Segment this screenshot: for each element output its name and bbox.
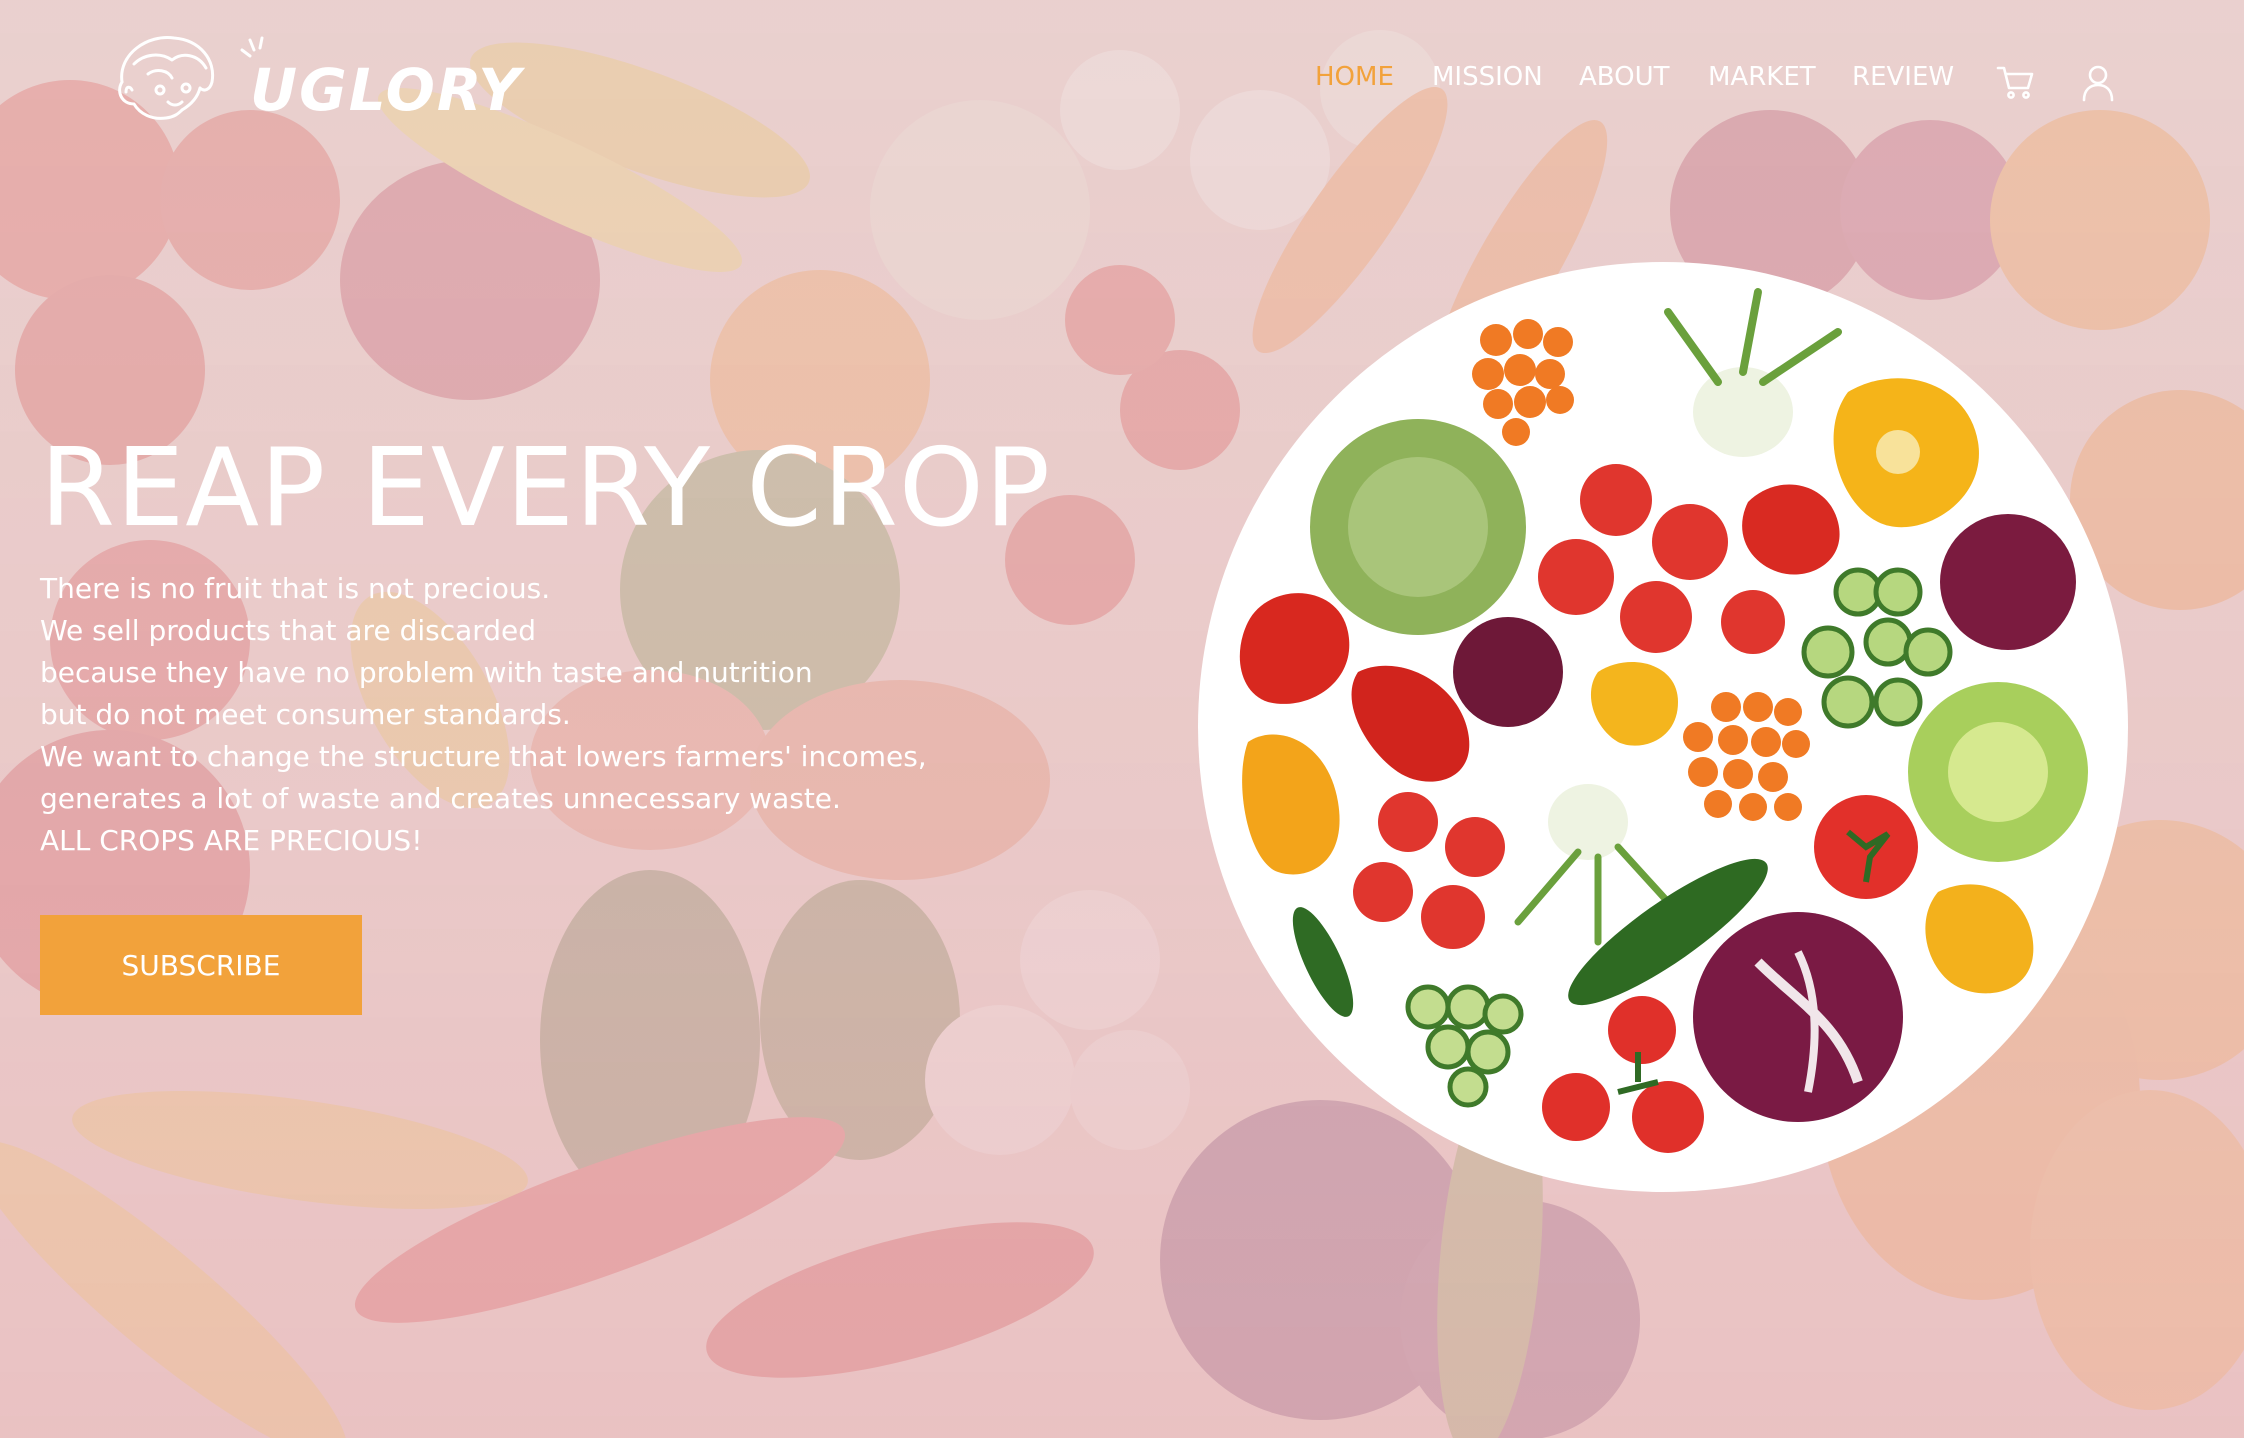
hero-line: There is no fruit that is not precious. — [40, 572, 551, 605]
hero-line: We sell products that are discarded — [40, 614, 537, 647]
cart-button[interactable] — [1994, 60, 2038, 104]
hero-description: There is no fruit that is not precious. … — [40, 568, 940, 862]
subscribe-button[interactable]: SUBSCRIBE — [40, 915, 362, 1015]
nav-item-mission[interactable]: MISSION — [1432, 62, 1543, 92]
hero-line: ALL CROPS ARE PRECIOUS! — [40, 824, 423, 857]
hero-line: because they have no problem with taste … — [40, 656, 813, 689]
cart-icon — [1996, 66, 2034, 99]
hero-headline: REAP EVERY CROP — [40, 426, 1051, 551]
hero-line: We want to change the structure that low… — [40, 740, 927, 773]
hero-line: but do not meet consumer standards. — [40, 698, 571, 731]
brand-logo[interactable]: UGLORY — [112, 30, 520, 130]
hero-line: generates a lot of waste and creates unn… — [40, 782, 841, 815]
cartoon-face-icon — [118, 36, 215, 120]
nav-item-market[interactable]: MARKET — [1708, 62, 1816, 92]
user-icon — [2082, 65, 2114, 102]
nav-item-about[interactable]: ABOUT — [1579, 62, 1670, 92]
nav-item-review[interactable]: REVIEW — [1852, 62, 1954, 92]
brand-name: UGLORY — [250, 56, 523, 124]
user-account-button[interactable] — [2076, 60, 2120, 104]
nav-item-home[interactable]: HOME — [1315, 62, 1394, 92]
vegetable-plate-image — [1198, 262, 2128, 1192]
